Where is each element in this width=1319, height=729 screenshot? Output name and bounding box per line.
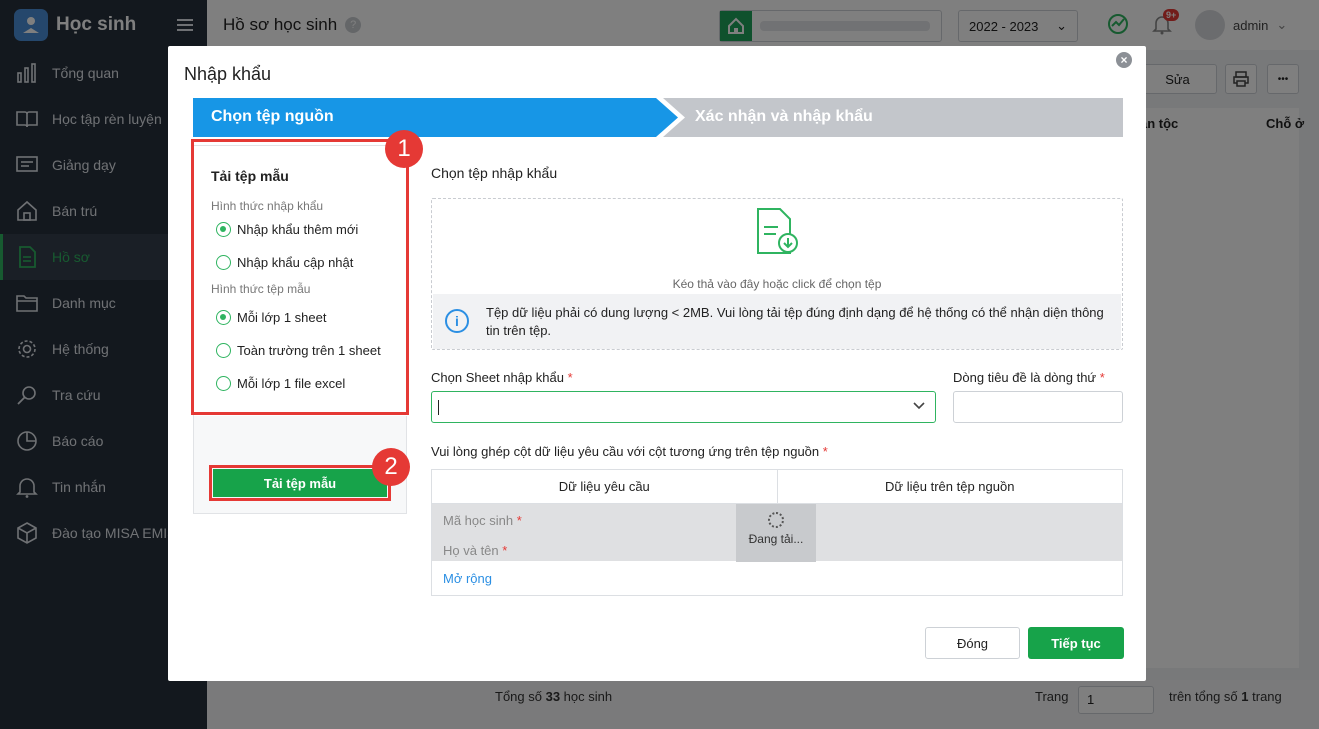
header-row-input[interactable]	[953, 391, 1123, 423]
import-steps: Chọn tệp nguồn Xác nhận và nhập khẩu	[193, 98, 1123, 137]
annotation-box-download-button	[209, 465, 391, 501]
choose-file-title: Chọn tệp nhập khẩu	[431, 165, 558, 181]
sheet-label: Chọn Sheet nhập khẩu *	[431, 370, 573, 385]
annotation-badge-2: 2	[372, 448, 410, 486]
chevron-down-icon	[913, 401, 925, 413]
dialog-title: Nhập khẩu	[184, 64, 272, 84]
annotation-box-template-options	[191, 139, 409, 415]
file-info-text: Tệp dữ liệu phải có dung lượng < 2MB. Vu…	[486, 305, 1104, 338]
file-dropzone[interactable]: Kéo thả vào đây hoặc click để chọn tệp i…	[431, 198, 1123, 350]
expand-link[interactable]: Mở rộng	[443, 571, 492, 586]
spinner-icon	[768, 512, 784, 528]
close-icon[interactable]: ×	[1116, 52, 1132, 68]
step-choose-source: Chọn tệp nguồn	[193, 98, 678, 137]
sheet-select[interactable]	[431, 391, 936, 423]
step-confirm-import: Xác nhận và nhập khẩu	[663, 98, 1123, 137]
close-button[interactable]: Đóng	[925, 627, 1020, 659]
header-row-label: Dòng tiêu đề là dòng thứ *	[953, 370, 1105, 385]
mapping-header-required: Dữ liệu yêu cầu	[432, 470, 778, 503]
file-info-note: i Tệp dữ liệu phải có dung lượng < 2MB. …	[433, 294, 1121, 349]
continue-button[interactable]: Tiếp tục	[1028, 627, 1124, 659]
file-download-icon	[754, 207, 800, 260]
annotation-badge-1: 1	[385, 130, 423, 168]
info-icon: i	[445, 309, 469, 333]
mapping-header-source: Dữ liệu trên tệp nguồn	[885, 479, 1015, 494]
loading-indicator: Đang tải...	[736, 504, 816, 562]
dropzone-text: Kéo thả vào đây hoặc click để chọn tệp	[672, 277, 882, 291]
column-mapping-table: Dữ liệu yêu cầu Dữ liệu trên tệp nguồn M…	[431, 469, 1123, 596]
mapping-label: Vui lòng ghép cột dữ liệu yêu cầu với cộ…	[431, 444, 828, 459]
